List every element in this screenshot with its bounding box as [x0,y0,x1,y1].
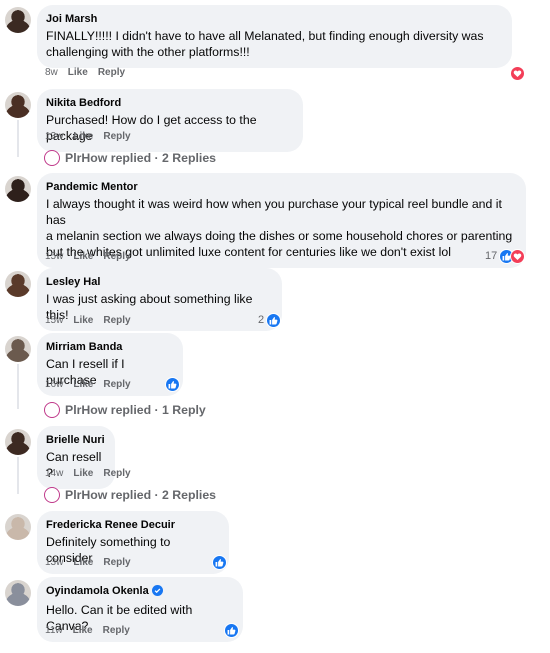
reaction-summary[interactable]: 17 [485,248,526,264]
author-name[interactable]: Joi Marsh [46,13,97,25]
avatar[interactable] [5,271,31,297]
thread-line [17,120,19,157]
comment-author[interactable]: Lesley Hal [46,275,272,290]
comment-text-line: a melanin section we always doing the di… [46,229,513,243]
author-name[interactable]: Lesley Hal [46,276,100,288]
author-name[interactable]: Pandemic Mentor [46,181,138,193]
thumbs-up-icon [266,312,282,328]
comment-author[interactable]: Oyindamola Okenla [46,584,233,601]
comment-text-line: challenging with the other platforms!!! [46,45,250,59]
replies-label[interactable]: PlrHow replied · 1 Reply [65,403,206,417]
reaction-count: 2 [258,314,265,326]
avatar[interactable] [5,429,31,455]
like-button[interactable]: Like [73,131,93,142]
comment-time[interactable]: 15w [45,251,63,262]
comment-time[interactable]: 11w [45,625,63,636]
replies-label[interactable]: PlrHow replied · 2 Replies [65,151,216,165]
verified-badge-icon [151,585,163,601]
thumbs-up-icon [212,554,227,570]
like-button[interactable]: Like [73,468,93,479]
reply-button[interactable]: Reply [103,625,130,636]
thread-line [17,364,19,409]
comment-author[interactable]: Pandemic Mentor [46,180,516,195]
heart-icon [510,248,526,264]
comment-actions: 14w Like Reply [45,467,131,481]
avatar[interactable] [5,176,31,202]
reaction-summary[interactable] [212,554,227,570]
comment-actions: 15w Like Reply [45,250,131,264]
comment-time[interactable]: 14w [45,468,63,479]
author-name[interactable]: Fredericka Renee Decuir [46,519,175,531]
author-name[interactable]: Mirriam Banda [46,341,122,353]
comment-author[interactable]: Mirriam Banda [46,340,173,355]
comment-actions: 11w Like Reply [45,624,130,638]
page-avatar [44,150,60,166]
reply-button[interactable]: Reply [103,557,130,568]
author-name[interactable]: Nikita Bedford [46,97,121,109]
thread-line [17,457,19,494]
comment-actions: 8w Like Reply [45,66,125,80]
reaction-summary[interactable] [510,65,525,81]
like-button[interactable]: Like [73,379,93,390]
comment-feed: Joi Marsh FINALLY!!!!! I didn't have to h… [0,0,550,653]
replies-label[interactable]: PlrHow replied · 2 Replies [65,488,216,502]
comment-text-line: I always thought it was weird how when y… [46,197,502,227]
comment-actions: 16w Like Reply [45,378,131,392]
reply-button[interactable]: Reply [98,67,125,78]
comment-time[interactable]: 13w [45,557,63,568]
page-avatar [44,487,60,503]
avatar[interactable] [5,336,31,362]
comment-actions: 15w Like Reply [45,314,131,328]
reply-button[interactable]: Reply [103,315,130,326]
reply-button[interactable]: Reply [103,468,130,479]
like-button[interactable]: Like [73,625,93,636]
avatar[interactable] [5,514,31,540]
view-replies-link[interactable]: PlrHow replied · 2 Replies [44,149,216,167]
comment-time[interactable]: 15w [45,315,63,326]
reaction-summary[interactable]: 2 [258,312,282,328]
comment-time[interactable]: 13w [45,131,63,142]
view-replies-link[interactable]: PlrHow replied · 1 Reply [44,401,206,419]
avatar[interactable] [5,580,31,606]
comment-time[interactable]: 16w [45,379,63,390]
thumbs-up-icon [224,622,239,638]
heart-icon [510,65,525,81]
comment-actions: 13w Like Reply [45,130,131,144]
reaction-summary[interactable] [224,622,239,638]
comment-time[interactable]: 8w [45,67,58,78]
avatar[interactable] [5,7,31,33]
page-avatar [44,402,60,418]
like-button[interactable]: Like [73,251,93,262]
comment-author[interactable]: Brielle Nuri [46,433,105,448]
comment-actions: 13w Like Reply [45,556,131,570]
author-name[interactable]: Brielle Nuri [46,434,105,446]
like-button[interactable]: Like [73,557,93,568]
reply-button[interactable]: Reply [103,131,130,142]
comment-bubble: Joi Marsh FINALLY!!!!! I didn't have to h… [37,5,512,68]
reaction-count: 17 [485,250,498,262]
thumbs-up-icon [165,376,180,392]
reply-button[interactable]: Reply [103,251,130,262]
like-button[interactable]: Like [73,315,93,326]
comment-author[interactable]: Nikita Bedford [46,96,293,111]
like-button[interactable]: Like [68,67,88,78]
reaction-summary[interactable] [165,376,180,392]
comment-author[interactable]: Joi Marsh [46,12,502,27]
author-name[interactable]: Oyindamola Okenla [46,585,149,597]
reply-button[interactable]: Reply [103,379,130,390]
comment-text: FINALLY!!!!! I didn't have to have all M… [46,28,502,60]
comment-author[interactable]: Fredericka Renee Decuir [46,518,219,533]
avatar[interactable] [5,92,31,118]
comment-text-line: FINALLY!!!!! I didn't have to have all M… [46,29,484,43]
view-replies-link[interactable]: PlrHow replied · 2 Replies [44,486,216,504]
